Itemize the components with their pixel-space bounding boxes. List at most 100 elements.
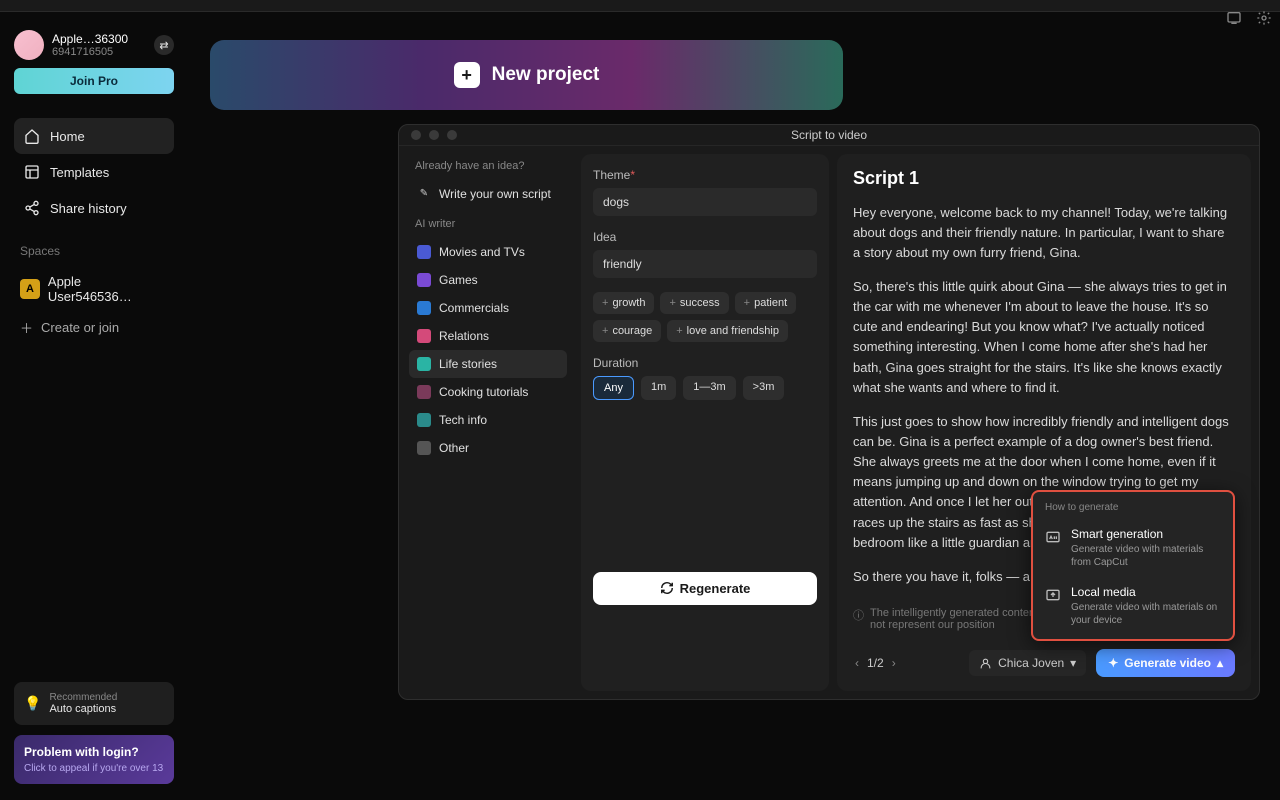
write-own-script[interactable]: ✎ Write your own script (409, 180, 567, 208)
window-controls[interactable] (411, 130, 457, 140)
writer-games[interactable]: Games (409, 266, 567, 294)
regenerate-label: Regenerate (680, 581, 751, 596)
writer-column: Already have an idea? ✎ Write your own s… (399, 146, 577, 699)
join-pro-button[interactable]: Join Pro (14, 68, 174, 94)
pager-text: 1/2 (867, 656, 884, 670)
bulb-icon: 💡 (24, 695, 41, 712)
writer-label: Tech info (439, 413, 487, 427)
popup-title: How to generate (1033, 500, 1233, 519)
nav-share-history[interactable]: Share history (14, 190, 174, 226)
sparkle-icon: ✦ (1108, 656, 1118, 670)
writer-label: Life stories (439, 357, 497, 371)
chip-label: courage (612, 325, 652, 337)
writer-movies[interactable]: Movies and TVs (409, 238, 567, 266)
promo2-sub: Click to appeal if you're over 13 (24, 763, 164, 774)
duration-chips: Any 1m 1—3m >3m (593, 376, 817, 400)
option-sub: Generate video with materials from CapCu… (1071, 543, 1221, 569)
space-name: Apple User546536… (48, 274, 168, 304)
next-arrow[interactable]: › (890, 654, 898, 672)
duration-gt3m[interactable]: >3m (743, 376, 785, 400)
option-sub: Generate video with materials on your de… (1071, 601, 1221, 627)
writer-relations[interactable]: Relations (409, 322, 567, 350)
ai-icon (1045, 529, 1061, 569)
plus-icon: + (602, 325, 608, 337)
option-title: Smart generation (1071, 527, 1221, 541)
generate-popup: How to generate Smart generation Generat… (1031, 490, 1235, 641)
writer-tech[interactable]: Tech info (409, 406, 567, 434)
generate-video-button[interactable]: ✦ Generate video ▴ (1096, 649, 1235, 677)
ai-writer-label: AI writer (409, 218, 567, 230)
pen-icon: ✎ (417, 187, 431, 201)
plus-icon: + (676, 325, 682, 337)
chip-growth[interactable]: + growth (593, 292, 654, 314)
plus-icon: ＋ (20, 318, 33, 337)
chevron-down-icon: ▾ (1070, 656, 1076, 670)
new-project-banner[interactable]: + New project (210, 40, 843, 110)
chip-courage[interactable]: + courage (593, 320, 661, 342)
chip-label: love and friendship (687, 325, 779, 337)
upload-icon (1045, 587, 1061, 627)
script-footer: ‹ 1/2 › Chica Joven ▾ ✦ Generate video ▴ (853, 641, 1235, 677)
spaces-label: Spaces (20, 244, 174, 258)
profile[interactable]: Apple…36300 6941716505 ⇄ (14, 30, 174, 60)
writer-label: Write your own script (439, 187, 551, 201)
profile-id: 6941716505 (52, 46, 146, 58)
chip-love-friendship[interactable]: + love and friendship (667, 320, 788, 342)
nav-label: Share history (50, 201, 127, 216)
duration-1-3m[interactable]: 1—3m (683, 376, 735, 400)
option-title: Local media (1071, 585, 1221, 599)
profile-name: Apple…36300 (52, 32, 146, 46)
chip-label: patient (754, 297, 787, 309)
pager: ‹ 1/2 › (853, 654, 898, 672)
banner-label: New project (492, 64, 600, 86)
promo-title: Auto captions (49, 703, 117, 715)
plus-icon: + (602, 297, 608, 309)
form-column: Theme* Idea +growth +success +patient +c… (581, 154, 829, 691)
theme-input[interactable] (593, 188, 817, 216)
other-icon (417, 441, 431, 455)
idea-label: Idea (593, 230, 817, 244)
chip-label: growth (612, 297, 645, 309)
option-smart-generation[interactable]: Smart generation Generate video with mat… (1033, 519, 1233, 577)
create-or-join[interactable]: ＋ Create or join (14, 310, 174, 345)
writer-label: Games (439, 273, 478, 287)
script-column: Script 1 Hey everyone, welcome back to m… (837, 154, 1251, 691)
tech-icon (417, 413, 431, 427)
promo2-title: Problem with login? (24, 745, 164, 759)
cooking-icon (417, 385, 431, 399)
promo-auto-captions[interactable]: 💡 Recommended Auto captions (14, 682, 174, 725)
switch-account-icon[interactable]: ⇄ (154, 35, 174, 55)
duration-1m[interactable]: 1m (641, 376, 676, 400)
modal-title: Script to video (791, 128, 867, 142)
chip-success[interactable]: +success (660, 292, 728, 314)
life-stories-icon (417, 357, 431, 371)
plus-icon: + (669, 297, 675, 309)
voice-label: Chica Joven (998, 656, 1064, 670)
main: + New project ▾ Trash 0507 (8) 16.2M | 0… (188, 12, 1280, 800)
nav-templates[interactable]: Templates (14, 154, 174, 190)
option-local-media[interactable]: Local media Generate video with material… (1033, 577, 1233, 635)
prev-arrow[interactable]: ‹ (853, 654, 861, 672)
script-paragraph: Hey everyone, welcome back to my channel… (853, 203, 1235, 263)
idea-input[interactable] (593, 250, 817, 278)
chevron-up-icon: ▴ (1217, 656, 1223, 670)
col1-label: Already have an idea? (409, 160, 567, 172)
writer-label: Other (439, 441, 469, 455)
writer-cooking[interactable]: Cooking tutorials (409, 378, 567, 406)
duration-any[interactable]: Any (593, 376, 634, 400)
games-icon (417, 273, 431, 287)
nav-home[interactable]: Home (14, 118, 174, 154)
movies-icon (417, 245, 431, 259)
promo-login-problem[interactable]: Problem with login? Click to appeal if y… (14, 735, 174, 784)
space-item[interactable]: A Apple User546536… (14, 268, 174, 310)
writer-other[interactable]: Other (409, 434, 567, 462)
theme-label: Theme* (593, 168, 817, 182)
regenerate-button[interactable]: Regenerate (593, 572, 817, 605)
writer-label: Relations (439, 329, 489, 343)
duration-label: Duration (593, 356, 817, 370)
voice-select[interactable]: Chica Joven ▾ (969, 650, 1086, 676)
relations-icon (417, 329, 431, 343)
writer-life-stories[interactable]: Life stories (409, 350, 567, 378)
chip-patient[interactable]: +patient (735, 292, 796, 314)
writer-commercials[interactable]: Commercials (409, 294, 567, 322)
